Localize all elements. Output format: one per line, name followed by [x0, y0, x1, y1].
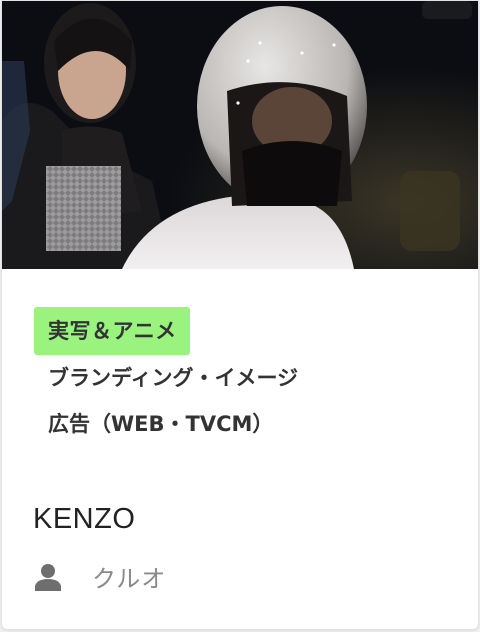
author[interactable]: クルオ — [33, 559, 166, 594]
user-icon — [35, 563, 61, 591]
category-tags: 実写＆アニメ ブランディング・イメージ 広告（WEB・TVCM） — [34, 307, 298, 436]
author-name: クルオ — [92, 565, 167, 593]
tag-branding-image[interactable]: ブランディング・イメージ — [48, 366, 298, 390]
thumbnail-illustration — [2, 1, 478, 269]
tag-live-action-anime[interactable]: 実写＆アニメ — [34, 307, 190, 355]
thumbnail-image[interactable] — [2, 1, 478, 269]
work-card[interactable]: 実写＆アニメ ブランディング・イメージ 広告（WEB・TVCM） KENZO ク… — [1, 0, 479, 630]
work-title[interactable]: KENZO — [33, 503, 135, 536]
tag-advertising[interactable]: 広告（WEB・TVCM） — [48, 412, 298, 436]
